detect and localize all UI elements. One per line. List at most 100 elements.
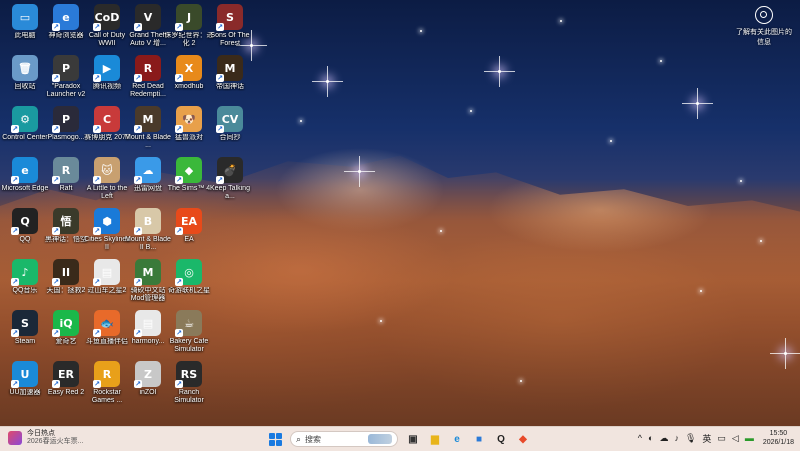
shortcut-arrow-icon: ↗ <box>175 176 183 184</box>
tray-app-icon[interactable]: ◐ <box>648 433 653 443</box>
shortcut-arrow-icon: ↗ <box>11 227 19 235</box>
mod-manager-icon: M ↗ <box>134 259 161 286</box>
desktop-icon[interactable]: CV ↗ 合同抄 <box>205 104 255 154</box>
wallpaper-info-widget[interactable]: 了解有关此图片的信息 <box>734 6 794 47</box>
desktop-icon-label: Keep Talking a... <box>210 185 250 200</box>
tencent-video-icon: ▶ ↗ <box>93 55 120 82</box>
shortcut-arrow-icon: ↗ <box>52 380 60 388</box>
network-icon[interactable]: ▭ <box>717 433 726 444</box>
shortcut-arrow-icon: ↗ <box>93 125 101 133</box>
star <box>520 380 522 382</box>
store-icon: ■ <box>475 433 483 445</box>
star <box>660 60 662 62</box>
system-tray: ^ ◐ ☁ ♪ 🎙 英 ▭ ◁ ▬ 15:50 2026/1/18 <box>635 429 794 447</box>
desktop-icon[interactable]: S ↗ Sons Of The Forest <box>205 2 255 52</box>
shortcut-arrow-icon: ↗ <box>134 23 142 31</box>
shortcut-arrow-icon: ↗ <box>175 23 183 31</box>
qq-music-icon: ♪ ↗ <box>11 259 38 286</box>
shortcut-arrow-icon: ↗ <box>216 176 224 184</box>
thunder-drive-icon: ☁ ↗ <box>134 157 161 184</box>
taskbar: 今日热点 2026春运火车票... ⌕ 搜索 ▣ ▆ e ■ Q ◆ ^ ◐ ☁ ♪ 🎙 … <box>0 426 800 451</box>
desktop-icon[interactable]: M ↗ 帝国神话 <box>205 53 255 103</box>
chevron-up-icon[interactable]: ^ <box>638 433 642 443</box>
desktop: ▭ 此电脑 🗑 回收站 ⚙ ↗ Control Center e ↗ Microsoft Edge… <box>0 0 800 426</box>
star <box>440 230 442 232</box>
search-box[interactable]: ⌕ 搜索 <box>290 431 398 447</box>
cloud-icon[interactable]: ☁ <box>659 433 668 444</box>
plasmogo-icon: P ↗ <box>52 106 79 133</box>
app-icon: ◆ <box>519 433 527 445</box>
shortcut-arrow-icon: ↗ <box>93 23 101 31</box>
gta-icon: V ↗ <box>134 4 161 31</box>
shortcut-arrow-icon: ↗ <box>175 278 183 286</box>
taskbar-app-button[interactable]: ■ <box>470 430 488 448</box>
shortcut-arrow-icon: ↗ <box>134 74 142 82</box>
black-myth-icon: 悟 ↗ <box>52 208 79 235</box>
star-flare <box>344 156 375 187</box>
edge-icon: e <box>454 433 460 445</box>
file-explorer-icon: ▆ <box>431 433 439 445</box>
desktop-icon-label: 合同抄 <box>219 134 241 141</box>
news-widget[interactable]: 今日热点 2026春运火车票... <box>8 430 83 446</box>
ranch-simulator-icon: RS ↗ <box>175 361 202 388</box>
shortcut-arrow-icon: ↗ <box>93 227 101 235</box>
shortcut-arrow-icon: ↗ <box>93 74 101 82</box>
document-icon: ▤ ↗ <box>134 310 161 337</box>
star-flare <box>484 56 515 87</box>
clock-date: 2026/1/18 <box>762 439 794 446</box>
shortcut-arrow-icon: ↗ <box>52 278 60 286</box>
party-animals-icon: 🐶 ↗ <box>175 106 202 133</box>
shortcut-arrow-icon: ↗ <box>216 125 224 133</box>
taskbar-app-button[interactable]: e <box>448 430 466 448</box>
volume-app-icon[interactable]: ♪ <box>674 433 679 443</box>
shortcut-arrow-icon: ↗ <box>93 329 101 337</box>
call-of-duty-icon: CoD ↗ <box>93 4 120 31</box>
search-highlight-image <box>368 434 392 444</box>
star <box>700 290 702 292</box>
shortcut-arrow-icon: ↗ <box>134 125 142 133</box>
edge-icon: e ↗ <box>11 157 38 184</box>
shortcut-arrow-icon: ↗ <box>216 23 224 31</box>
battery-icon[interactable]: ▬ <box>745 433 754 443</box>
microphone-icon[interactable]: 🎙 <box>685 433 696 444</box>
iqiyi-icon: iQ ↗ <box>52 310 79 337</box>
recycle-bin-icon: 🗑 <box>12 55 38 81</box>
easy-red-icon: ER ↗ <box>52 361 79 388</box>
desktop-icon[interactable]: RS ↗ Ranch Simulator <box>164 359 214 409</box>
shortcut-arrow-icon: ↗ <box>134 227 142 235</box>
desktop-icon[interactable]: EA ↗ EA <box>164 206 214 256</box>
speaker-icon[interactable]: ◁ <box>732 433 739 444</box>
clock[interactable]: 15:50 2026/1/18 <box>763 429 794 447</box>
desktop-icon-label: Bakery Cafe Simulator <box>169 338 209 353</box>
desktop-icon-label: 帝国神话 <box>216 83 244 90</box>
taskbar-app-button[interactable]: ◆ <box>514 430 532 448</box>
start-button[interactable] <box>266 430 284 448</box>
sims-icon: ◆ ↗ <box>175 157 202 184</box>
taskbar-center: ⌕ 搜索 ▣ ▆ e ■ Q ◆ <box>264 430 534 448</box>
shortcut-arrow-icon: ↗ <box>175 227 183 235</box>
desktop-icon[interactable]: ◎ ↗ 奇游联机之星 <box>164 257 214 307</box>
browser-icon: e ↗ <box>52 4 79 31</box>
ime-indicator[interactable]: 英 <box>702 432 711 445</box>
news-title: 今日热点 <box>27 430 55 437</box>
empire-myth-icon: M ↗ <box>216 55 243 82</box>
desktop-icon[interactable]: ☕ ↗ Bakery Cafe Simulator <box>164 308 214 358</box>
desktop-icon[interactable]: 💣 ↗ Keep Talking a... <box>205 155 255 205</box>
cv-icon: CV ↗ <box>216 106 243 133</box>
pinned-apps: ▣ ▆ e ■ Q ◆ <box>402 430 534 448</box>
taskbar-app-button[interactable]: ▆ <box>426 430 444 448</box>
shortcut-arrow-icon: ↗ <box>52 329 60 337</box>
shortcut-arrow-icon: ↗ <box>134 380 142 388</box>
xmodhub-icon: X ↗ <box>175 55 202 82</box>
taskbar-app-button[interactable]: ▣ <box>404 430 422 448</box>
star <box>470 110 472 112</box>
shortcut-arrow-icon: ↗ <box>134 329 142 337</box>
taskbar-app-button[interactable]: Q <box>492 430 510 448</box>
windows-logo-icon <box>268 432 282 446</box>
shortcut-arrow-icon: ↗ <box>175 125 183 133</box>
shortcut-arrow-icon: ↗ <box>93 176 101 184</box>
wallpaper-info-label: 了解有关此图片的信息 <box>736 29 792 46</box>
shortcut-arrow-icon: ↗ <box>93 380 101 388</box>
desktop-icon-label: EA <box>184 236 194 243</box>
star <box>760 240 762 242</box>
